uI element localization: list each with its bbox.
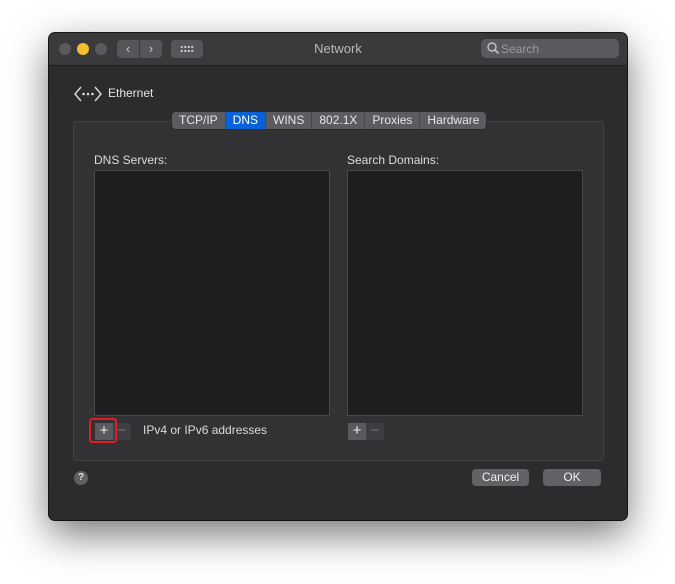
tab-hardware[interactable]: Hardware [420,112,486,129]
dns-servers-label: DNS Servers: [94,153,168,167]
add-search-domain-button[interactable]: + [348,423,366,440]
back-button[interactable]: ‹ [117,40,139,58]
close-button[interactable] [59,43,71,55]
highlight-box [89,418,117,443]
show-all-button[interactable] [171,40,203,58]
network-window: ‹ › Network Ethernet TCP/IP DNS WINS 802… [49,33,627,520]
ethernet-icon [74,86,102,102]
remove-search-domain-button[interactable]: − [366,423,384,440]
titlebar: ‹ › Network [49,33,627,66]
zoom-button[interactable] [95,43,107,55]
window-title: Network [314,41,362,56]
chevron-left-icon: ‹ [125,41,131,56]
search-input[interactable] [501,39,613,58]
search-field[interactable] [481,39,619,58]
dns-servers-list[interactable] [94,170,330,416]
tab-dns[interactable]: DNS [225,112,267,129]
tab-bar: TCP/IP DNS WINS 802.1X Proxies Hardware [172,112,487,129]
search-domains-controls: + − [348,423,384,440]
chevron-right-icon: › [148,41,154,56]
ok-button[interactable]: OK [543,469,601,486]
cancel-button[interactable]: Cancel [472,469,529,486]
search-domains-list[interactable] [347,170,583,416]
minimize-button[interactable] [77,43,89,55]
grid-icon [180,45,194,53]
tab-proxies[interactable]: Proxies [365,112,421,129]
search-icon [487,42,500,55]
tab-8021x[interactable]: 802.1X [312,112,366,129]
interface-name: Ethernet [108,86,154,100]
help-button[interactable]: ? [74,471,88,485]
search-domains-label: Search Domains: [347,153,440,167]
tab-tcpip[interactable]: TCP/IP [172,112,226,129]
forward-button[interactable]: › [140,40,162,58]
tab-wins[interactable]: WINS [266,112,313,129]
dns-hint-text: IPv4 or IPv6 addresses [143,423,268,437]
